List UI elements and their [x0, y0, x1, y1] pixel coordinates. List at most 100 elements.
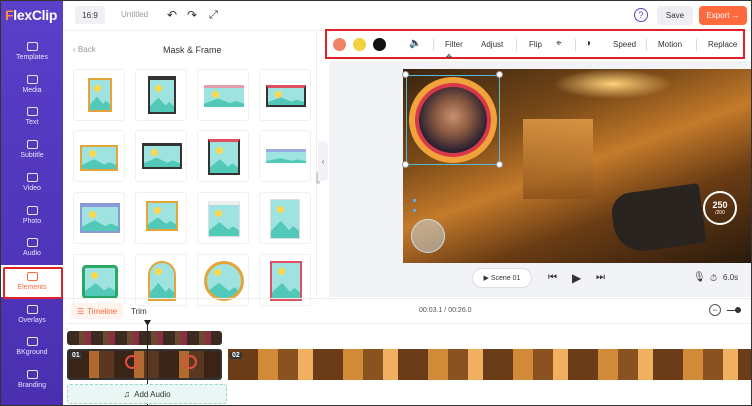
frame-thumbnail — [208, 201, 240, 237]
frame-thumbnail — [88, 78, 112, 112]
next-icon[interactable]: ⏭ — [596, 272, 605, 283]
resize-handle[interactable] — [402, 161, 409, 168]
timer-icon: ⏱ — [710, 273, 718, 283]
frame-item[interactable] — [73, 69, 125, 121]
frame-item[interactable] — [135, 130, 187, 182]
undo-icon[interactable]: ↶ — [167, 8, 177, 22]
video-light — [553, 69, 673, 99]
frame-item[interactable] — [73, 130, 125, 182]
sidebar-item-label: BKground — [16, 348, 48, 356]
toolbar-divider — [696, 39, 697, 51]
timecode: 00:03.1 / 00:26.0 — [419, 307, 472, 314]
sidebar-item-elements[interactable]: Elements — [1, 265, 63, 299]
filter-button[interactable]: Filter — [445, 40, 463, 49]
frame-item[interactable] — [135, 69, 187, 121]
background-icon — [26, 336, 38, 346]
frame-thumbnail — [266, 85, 306, 107]
crop-icon[interactable]: ⌖ — [556, 38, 562, 49]
photo-icon — [26, 205, 38, 215]
replace-button[interactable]: Replace — [708, 40, 737, 49]
sidebar-item-photo[interactable]: Photo — [1, 199, 63, 231]
speed-button[interactable]: Speed — [613, 40, 636, 49]
sidebar-item-background[interactable]: BKground — [1, 330, 63, 362]
elements-icon — [26, 271, 38, 281]
panel-title: Mask & Frame — [163, 45, 222, 55]
color-swatch-3[interactable] — [373, 38, 386, 51]
frame-item[interactable] — [135, 192, 187, 244]
tab-trim[interactable]: Trim — [131, 307, 147, 316]
sidebar-item-media[interactable]: Media — [1, 68, 63, 100]
frame-item[interactable] — [197, 69, 249, 121]
clip-badge-1: 01 — [70, 352, 82, 359]
sidebar-item-text[interactable]: Text — [1, 100, 63, 132]
play-icon[interactable]: ▶ — [572, 271, 581, 285]
document-title[interactable]: Untitled — [121, 10, 148, 19]
tab-timeline[interactable]: ☰ Timeline — [71, 303, 124, 319]
overlay-track-clip[interactable] — [67, 331, 222, 345]
zoom-out-icon[interactable]: − — [709, 304, 721, 316]
color-swatch-2[interactable] — [353, 38, 366, 51]
sidebar-item-templates[interactable]: Templates — [1, 35, 63, 67]
timeline-ruler — [67, 323, 751, 324]
collapse-panel-button[interactable]: ‹ — [318, 141, 328, 181]
frame-item[interactable] — [259, 130, 311, 182]
sidebar-item-video[interactable]: Video — [1, 166, 63, 198]
video-gun — [609, 183, 707, 255]
resize-handle[interactable] — [402, 71, 409, 78]
scene-duration[interactable]: 6.0s — [723, 273, 738, 282]
timeline-icon: ☰ — [77, 306, 85, 316]
back-button[interactable]: ‹ Back — [73, 45, 96, 54]
selection-box[interactable] — [406, 75, 500, 165]
video-clip-2[interactable] — [228, 349, 751, 380]
move-icon[interactable]: ✥ — [446, 53, 452, 61]
add-audio-button[interactable]: ♫ Add Audio — [67, 384, 227, 404]
frame-item[interactable] — [197, 130, 249, 182]
color-swatch-1[interactable] — [333, 38, 346, 51]
toolbar-divider — [433, 39, 434, 51]
hud-marker — [413, 209, 416, 212]
adjust-button[interactable]: Adjust — [481, 40, 503, 49]
help-icon[interactable]: ? — [634, 8, 648, 22]
hud-marker — [413, 199, 416, 202]
templates-icon — [26, 41, 38, 51]
add-audio-label: Add Audio — [134, 389, 171, 399]
editor-window: FlexClip Templates Media Text Subtitle V… — [0, 0, 752, 406]
motion-button[interactable]: Motion — [658, 40, 682, 49]
video-clip-1[interactable] — [67, 349, 222, 380]
sidebar-item-label: Media — [22, 86, 42, 94]
export-button[interactable]: Export → — [699, 6, 747, 25]
resize-handle[interactable] — [496, 71, 503, 78]
frame-item[interactable] — [259, 192, 311, 244]
sidebar-item-subtitle[interactable]: Subtitle — [1, 133, 63, 165]
save-button[interactable]: Save — [657, 6, 693, 25]
resize-handle[interactable] — [496, 161, 503, 168]
frame-thumbnail — [82, 265, 118, 299]
frame-thumbnail — [142, 143, 182, 169]
flip-button[interactable]: Flip — [529, 40, 542, 49]
frame-item[interactable] — [73, 192, 125, 244]
frame-item[interactable] — [197, 192, 249, 244]
zoom-slider-handle[interactable] — [735, 307, 741, 313]
scene-button[interactable]: ▶ Scene 01 — [472, 268, 532, 288]
redo-icon[interactable]: ↷ — [187, 8, 197, 22]
fullscreen-icon[interactable]: ⤢ — [209, 8, 218, 22]
clip-frame-thumbnail — [183, 355, 197, 369]
sidebar-item-label: Text — [25, 118, 39, 126]
volume-icon[interactable]: 🔈 — [409, 38, 421, 49]
sidebar-item-label: Branding — [17, 381, 47, 389]
frame-item[interactable] — [259, 69, 311, 121]
music-note-icon: ♫ — [123, 389, 131, 399]
previous-icon[interactable]: ⏮ — [548, 272, 557, 283]
sidebar-item-label: Audio — [23, 249, 41, 257]
sidebar-item-label: Elements — [17, 283, 47, 291]
frame-thumbnail — [148, 261, 176, 301]
sidebar-item-overlays[interactable]: Overlays — [1, 298, 63, 330]
sidebar-item-audio[interactable]: Audio — [1, 231, 63, 263]
video-icon — [26, 172, 38, 182]
sidebar-item-branding[interactable]: Branding — [1, 363, 63, 395]
microphone-icon[interactable]: 🎙 — [693, 272, 706, 283]
hud-speed-value: 250 — [712, 200, 728, 210]
aspect-ratio-button[interactable]: 16:9 — [75, 6, 105, 24]
opacity-icon[interactable]: ◑ — [585, 38, 591, 49]
app-logo: FlexClip — [5, 7, 58, 23]
